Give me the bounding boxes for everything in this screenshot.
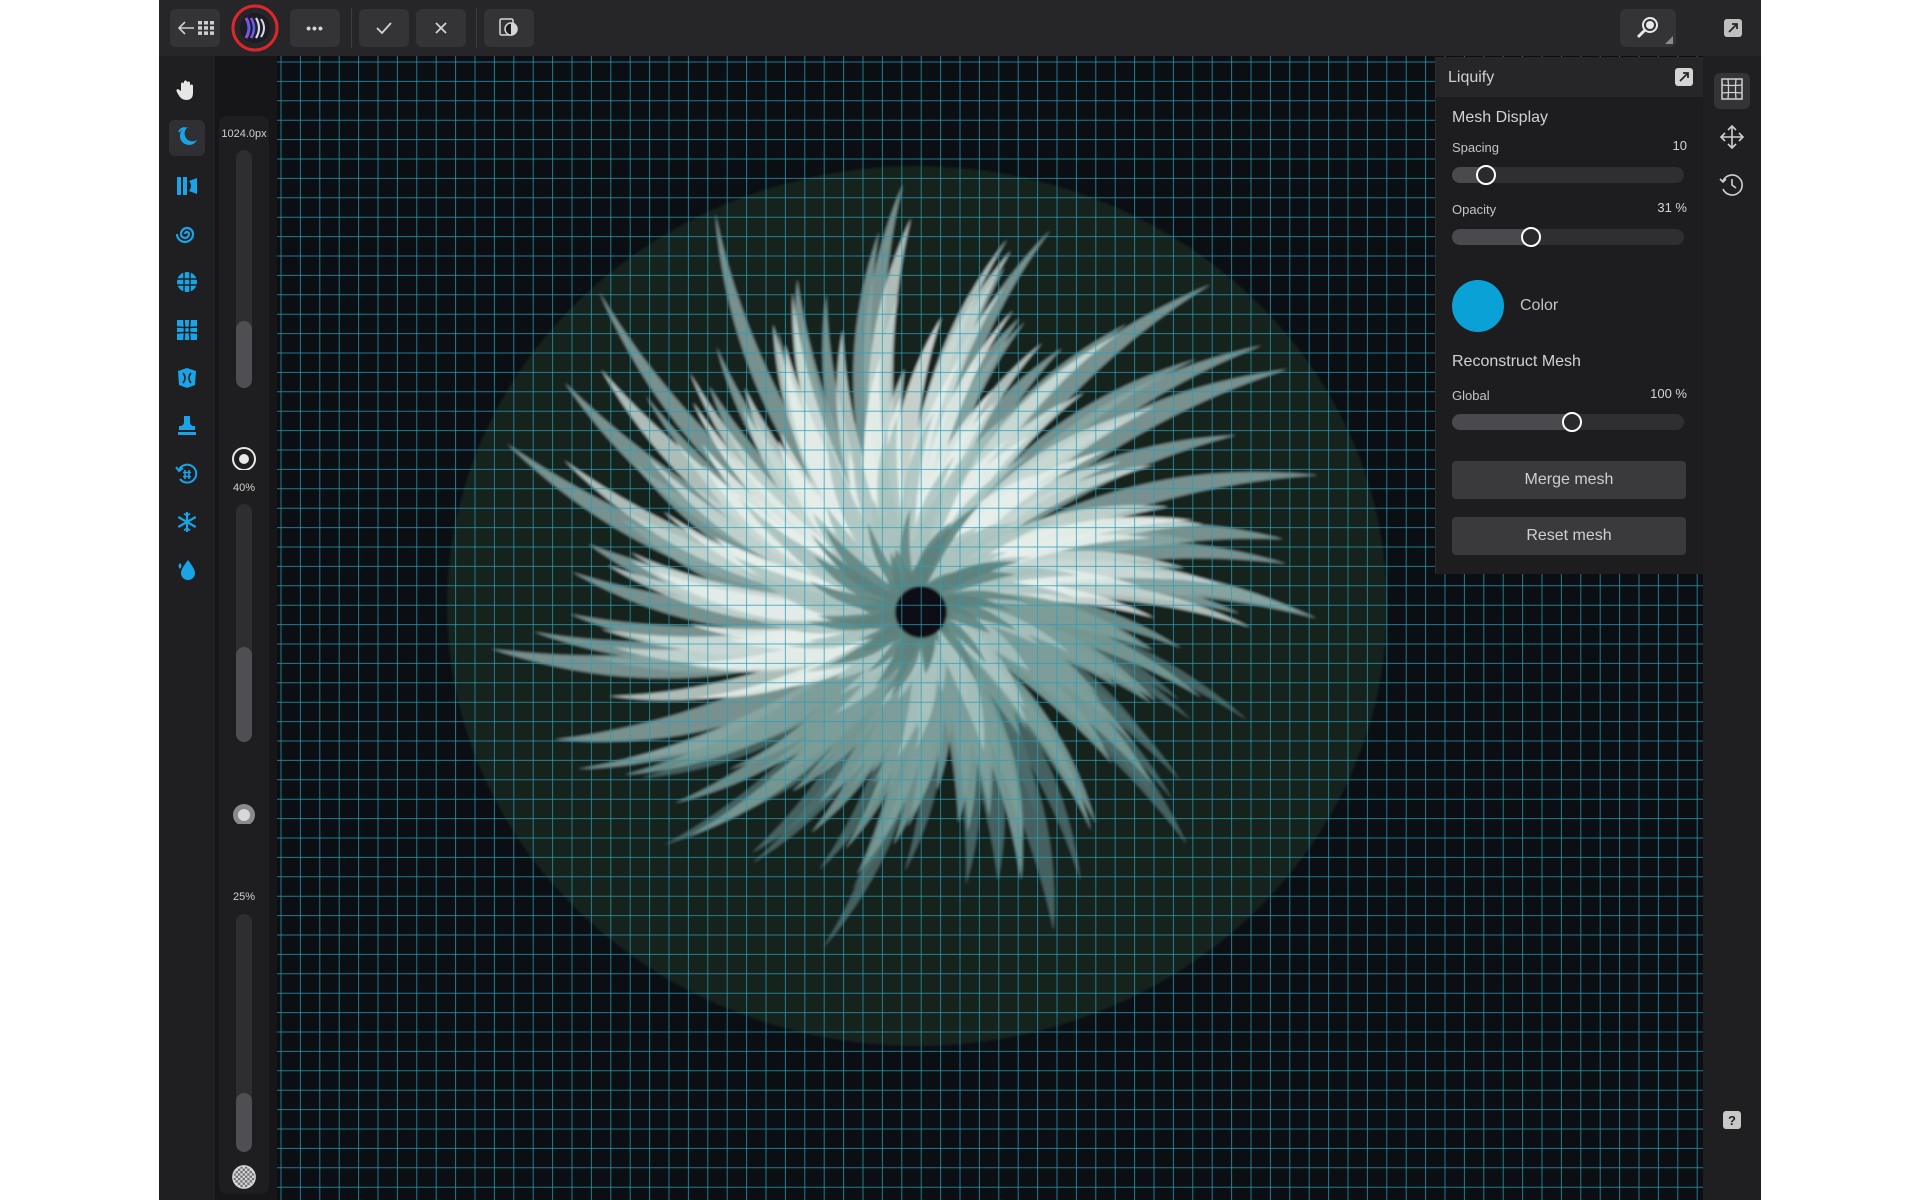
spacing-slider-knob[interactable] (1476, 165, 1497, 185)
reconstruct-icon (174, 462, 200, 491)
mesh-grid-icon (1720, 77, 1744, 106)
push-left-icon (174, 174, 200, 203)
history-clock-icon (1719, 172, 1745, 203)
brush-strength-group: 40% (219, 470, 269, 840)
split-view-icon (497, 16, 521, 40)
clone-stamp-icon (175, 414, 199, 443)
liquify-studio-panel: Liquify Mesh Display Spacing 10 Opacity … (1435, 57, 1703, 574)
help-icon: ? (1723, 1111, 1741, 1129)
liquify-pinch-tool[interactable] (169, 266, 205, 302)
brush-size-group: 1024.0px (219, 116, 269, 488)
liquify-clone-tool[interactable] (169, 410, 205, 446)
liquify-push-forward-tool[interactable] (169, 120, 205, 156)
fullscreen-button[interactable] (1715, 9, 1751, 47)
liquify-twirl-tool[interactable] (169, 218, 205, 254)
checkmark-icon (375, 21, 393, 35)
turbulence-icon (174, 365, 200, 396)
toolbar-divider (476, 8, 477, 48)
spacing-label: Spacing (1452, 140, 1499, 155)
brush-hardness-fill (236, 1092, 252, 1152)
panel-title: Liquify (1448, 69, 1495, 86)
twirl-icon (175, 222, 199, 251)
before-after-split-button[interactable] (484, 9, 534, 47)
global-label: Global (1452, 388, 1490, 403)
brush-strength-value: 40% (232, 482, 256, 494)
magnifier-icon (1635, 16, 1661, 40)
global-slider-knob[interactable] (1562, 412, 1583, 432)
studio-tabs-strip: ? (1703, 56, 1761, 1200)
view-zoom-button[interactable] (1620, 9, 1676, 47)
thaw-droplet-icon (175, 557, 199, 588)
liquify-push-left-tool[interactable] (169, 170, 205, 206)
help-button[interactable]: ? (1714, 1102, 1750, 1138)
corner-triangle-icon (1665, 36, 1673, 44)
toolbar-divider (351, 8, 352, 48)
cancel-button[interactable] (416, 9, 466, 47)
back-arrow-icon (177, 21, 195, 35)
view-tool-button[interactable] (169, 74, 205, 110)
mesh-color-swatch[interactable] (1452, 280, 1504, 332)
liquify-turbulence-tool[interactable] (169, 362, 205, 398)
liquify-persona-button[interactable] (231, 4, 279, 52)
global-value: 100 % (1650, 386, 1687, 401)
mesh-display-title: Mesh Display (1452, 109, 1549, 126)
reconstruct-mesh-title: Reconstruct Mesh (1452, 353, 1581, 370)
global-slider-fill (1452, 414, 1579, 430)
brush-parameters-panel: 1024.0px 40% 25% (215, 56, 277, 1200)
brush-hardness-slider[interactable] (236, 914, 252, 1152)
more-menu-button[interactable]: ••• (290, 9, 340, 47)
brush-hardness-value: 25% (232, 891, 256, 903)
close-icon (434, 21, 448, 35)
brush-hardness-group: 25% (219, 824, 269, 1194)
opacity-label: Opacity (1452, 202, 1497, 217)
snowflake-icon (175, 510, 199, 539)
brush-strength-fill (236, 646, 252, 742)
panel-collapse-button[interactable] (1674, 67, 1694, 87)
opacity-slider-knob[interactable] (1520, 227, 1541, 247)
liquify-persona-icon (230, 3, 280, 53)
liquify-thaw-tool[interactable] (169, 554, 205, 590)
liquify-punch-tool[interactable] (169, 314, 205, 350)
brush-size-slider[interactable] (236, 150, 252, 388)
brush-size-value: 1024.0px (221, 128, 267, 140)
liquify-freeze-tool[interactable] (169, 506, 205, 542)
liquify-tools-panel (159, 56, 215, 1200)
hand-icon (176, 78, 198, 107)
spacing-slider[interactable] (1452, 165, 1684, 185)
opacity-value: 31 % (1657, 200, 1687, 215)
panel-header: Liquify (1436, 57, 1703, 97)
punch-icon (175, 318, 199, 347)
brush-size-icon (231, 446, 257, 472)
merge-mesh-button[interactable]: Merge mesh (1452, 461, 1686, 499)
global-slider[interactable] (1452, 412, 1684, 432)
document-grid-icon (197, 21, 214, 35)
flower-image (447, 166, 1387, 1046)
apply-button[interactable] (359, 9, 409, 47)
color-label: Color (1520, 297, 1559, 314)
back-to-documents-button[interactable] (170, 9, 220, 47)
fullscreen-icon (1723, 18, 1743, 38)
navigator-studio-tab[interactable] (1714, 121, 1750, 157)
liquify-reconstruct-tool[interactable] (169, 458, 205, 494)
spacing-value: 10 (1672, 138, 1687, 153)
opacity-slider[interactable] (1452, 227, 1684, 247)
brush-strength-slider[interactable] (236, 504, 252, 742)
affinity-photo-liquify-persona: ••• 1024.0px 40% 25% Liquify Mesh Displa… (159, 0, 1761, 1200)
move-arrows-icon (1719, 124, 1745, 155)
history-studio-tab[interactable] (1714, 169, 1750, 205)
brush-size-fill (236, 321, 252, 388)
push-forward-icon (174, 124, 200, 153)
liquify-studio-tab[interactable] (1714, 73, 1750, 109)
top-toolbar: ••• (159, 0, 1761, 56)
reset-mesh-button[interactable]: Reset mesh (1452, 517, 1686, 555)
panel-collapse-icon (1674, 68, 1694, 91)
more-dots-icon: ••• (306, 20, 324, 36)
pinch-icon (175, 270, 199, 299)
brush-hardness-icon (231, 1164, 257, 1190)
